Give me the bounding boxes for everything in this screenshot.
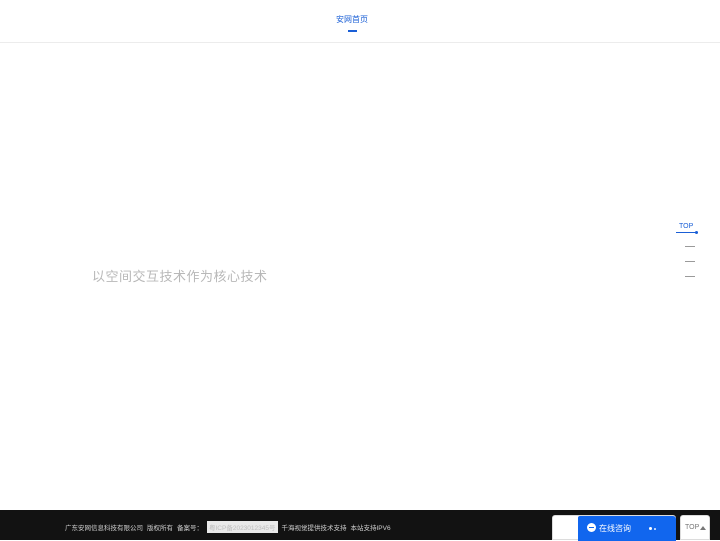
site-header: 安网首页 [0, 0, 720, 43]
back-to-top-button[interactable]: TOP [680, 515, 710, 540]
footer-ipv6: 本站支持IPV6 [350, 525, 391, 532]
hero-slogan: 以空间交互技术作为核心技术 [92, 269, 268, 284]
footer-beian-label: 备案号： [177, 525, 203, 532]
side-nav-top-link[interactable]: TOP [679, 223, 693, 230]
footer-company: 广东安网信息科技有限公司 [65, 525, 143, 532]
status-dot-icon [649, 527, 652, 530]
side-nav-active-indicator [676, 231, 698, 234]
online-consult-label: 在线咨询 [599, 524, 631, 533]
back-to-top-label: TOP [685, 524, 700, 531]
footer-beian-link[interactable]: 粤ICP备2023012345号 [207, 521, 278, 533]
nav-active-underline [348, 30, 357, 32]
consult-widget: 在线咨询 [552, 515, 676, 541]
footer-tech-support: 千海视觉提供技术支持 [281, 525, 347, 532]
side-nav-dash-3[interactable] [685, 276, 695, 277]
side-nav-dash-2[interactable] [685, 261, 695, 262]
chat-bubble-icon [587, 523, 596, 532]
nav-home-link[interactable]: 安网首页 [327, 14, 377, 25]
side-nav-dash-1[interactable] [685, 246, 695, 247]
status-dot-small-icon [654, 528, 656, 530]
arrow-up-icon [700, 526, 706, 530]
footer-info: 广东安网信息科技有限公司 版权所有 备案号： 粤ICP备2023012345号 … [65, 521, 391, 533]
online-consult-button[interactable]: 在线咨询 [578, 516, 676, 541]
footer-copyright: 版权所有 [147, 525, 173, 532]
